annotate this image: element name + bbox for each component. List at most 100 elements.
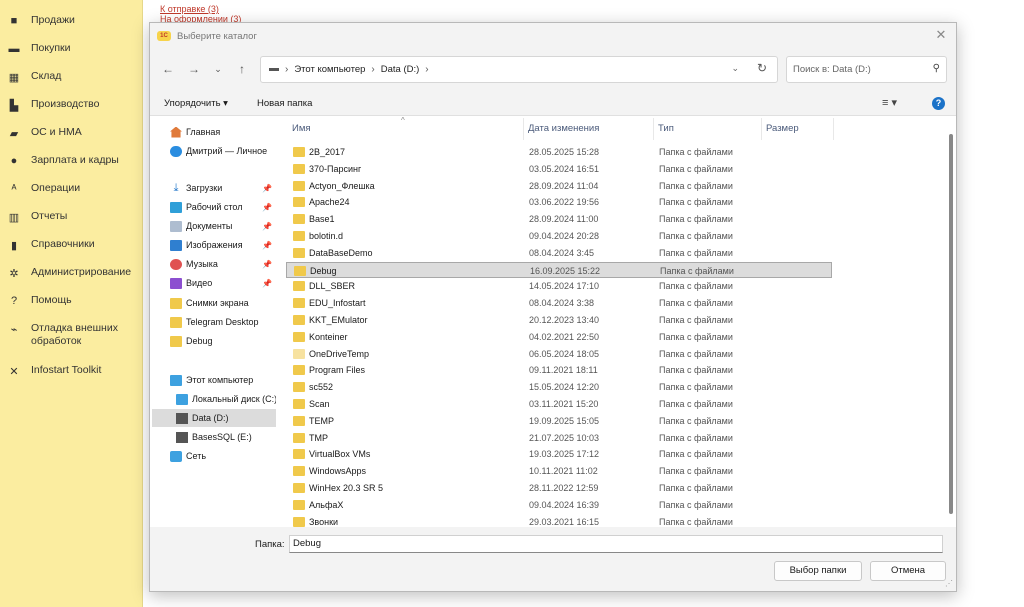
file-row[interactable]: Konteiner 04.02.2021 22:50 Папка с файлами (286, 329, 832, 345)
pin-icon[interactable]: 📌 (262, 222, 272, 231)
sidebar-item[interactable]: ● Зарплата и кадры (0, 154, 143, 168)
tree-item[interactable]: Telegram Desktop (152, 313, 276, 331)
new-folder-button[interactable]: Новая папка (257, 98, 312, 109)
address-bar[interactable]: › Этот компьютер › Data (D:) › ⌄ ↻ (260, 56, 778, 83)
folder-icon (293, 247, 305, 258)
help-icon[interactable]: ? (932, 97, 945, 110)
search-icon[interactable]: ⚲ (933, 63, 940, 74)
pin-icon[interactable]: 📌 (262, 184, 272, 193)
file-row[interactable]: DataBaseDemo 08.04.2024 3:45 Папка с файла… (286, 245, 832, 261)
pin-icon[interactable]: 📌 (262, 260, 272, 269)
file-row[interactable]: АльфаХ 09.04.2024 16:39 Папка с файлами (286, 497, 832, 513)
tree-item[interactable]: Музыка 📌 (152, 255, 276, 273)
sidebar-item[interactable]: ✕ Infostart Toolkit (0, 364, 143, 378)
column-divider[interactable] (761, 118, 762, 140)
breadcrumb-this-pc[interactable]: Этот компьютер (294, 64, 365, 75)
address-dropdown-icon[interactable]: ⌄ (731, 63, 739, 74)
file-row[interactable]: sc552 15.05.2024 12:20 Папка с файлами (286, 379, 832, 395)
folder-icon (293, 281, 305, 292)
documents-icon (170, 220, 182, 232)
pin-icon[interactable]: 📌 (262, 241, 272, 250)
file-date: 20.12.2023 13:40 (529, 315, 600, 325)
sidebar-item[interactable]: ? Помощь (0, 294, 143, 308)
sidebar-item[interactable]: ▙ Производство (0, 98, 143, 112)
tree-item[interactable]: Дмитрий — Личное (152, 142, 276, 160)
cancel-button[interactable]: Отмена (870, 561, 946, 581)
tree-item[interactable]: Главная (152, 123, 276, 141)
sidebar-item[interactable]: ▮ Справочники (0, 238, 143, 252)
file-row[interactable]: WinHex 20.3 SR 5 28.11.2022 12:59 Папка с … (286, 480, 832, 496)
sidebar-item[interactable]: ▰ ОС и НМА (0, 126, 143, 140)
folder-input[interactable]: Debug (289, 535, 943, 553)
file-row[interactable]: DLL_SBER 14.05.2024 17:10 Папка с файлами (286, 278, 832, 294)
sidebar-item[interactable]: ⌁ Отладка внешних обработок (0, 322, 143, 348)
tree-item-label: Рабочий стол (186, 202, 243, 212)
sidebar-item[interactable]: ᴬ Операции (0, 182, 143, 196)
file-row[interactable]: Scan 03.11.2021 15:20 Папка с файлами (286, 396, 832, 412)
tree-item[interactable]: Снимки экрана (152, 294, 276, 312)
pin-icon[interactable]: 📌 (262, 279, 272, 288)
tree-item[interactable]: Видео 📌 (152, 274, 276, 292)
file-row[interactable]: Program Files 09.11.2021 18:11 Папка с фай… (286, 362, 832, 378)
back-arrow-icon[interactable]: ← (160, 62, 176, 76)
to-send-link[interactable]: К отправке (3) (160, 4, 219, 14)
tree-item[interactable]: Debug (152, 332, 276, 350)
column-name-header[interactable]: Имя (292, 123, 311, 134)
file-row[interactable]: bolotin.d 09.04.2024 20:28 Папка с файлами (286, 228, 832, 244)
column-divider[interactable] (653, 118, 654, 140)
column-type-header[interactable]: Тип (658, 123, 674, 134)
folder-icon (294, 265, 306, 276)
breadcrumb-data-d[interactable]: Data (D:) (381, 64, 420, 75)
forward-arrow-icon[interactable]: → (186, 62, 202, 76)
view-options-icon[interactable]: ≡ ▾ (882, 96, 897, 109)
folder-icon (293, 432, 305, 443)
vertical-scrollbar[interactable] (949, 134, 953, 514)
sidebar-item[interactable]: ▥ Отчеты (0, 210, 143, 224)
tree-item[interactable]: Изображения 📌 (152, 236, 276, 254)
tree-item[interactable]: Этот компьютер (152, 371, 276, 389)
organize-button[interactable]: Упорядочить ▾ (164, 98, 228, 109)
question-icon: ? (10, 295, 18, 307)
sidebar-item[interactable]: ✲ Администрирование (0, 266, 143, 280)
column-date-header[interactable]: Дата изменения (528, 123, 599, 134)
tree-item[interactable]: Рабочий стол 📌 (152, 198, 276, 216)
tree-item[interactable]: Локальный диск (C:) (152, 390, 276, 408)
file-row[interactable]: TEMP 19.09.2025 15:05 Папка с файлами (286, 413, 832, 429)
resize-grip-icon[interactable]: ⋰ (945, 579, 953, 588)
file-row[interactable]: 2B_2017 28.05.2025 15:28 Папка с файлами (286, 144, 832, 160)
file-row[interactable]: Apache24 03.06.2022 19:56 Папка с файлами (286, 194, 832, 210)
tree-item[interactable]: Документы 📌 (152, 217, 276, 235)
tree-item[interactable]: Сеть (152, 447, 276, 465)
tree-item[interactable]: Data (D:) (152, 409, 276, 427)
column-divider[interactable] (523, 118, 524, 140)
file-row[interactable]: EDU_Infostart 08.04.2024 3:38 Папка с файл… (286, 295, 832, 311)
file-row[interactable]: OneDriveTemp 06.05.2024 18:05 Папка с файл… (286, 346, 832, 362)
column-size-header[interactable]: Размер (766, 123, 799, 134)
file-row[interactable]: Base1 28.09.2024 11:00 Папка с файлами (286, 211, 832, 227)
file-type: Папка с файлами (659, 197, 733, 208)
sidebar-item[interactable]: ■ Продажи (0, 14, 143, 28)
file-type: Папка с файлами (659, 382, 733, 393)
tree-item[interactable]: ⤓ Загрузки 📌 (152, 179, 276, 197)
file-row[interactable]: 370-Парсинг 03.05.2024 16:51 Папка с файла… (286, 161, 832, 177)
pin-icon[interactable]: 📌 (262, 203, 272, 212)
sidebar-item[interactable]: ▦ Склад (0, 70, 143, 84)
file-date: 06.05.2024 18:05 (529, 348, 600, 359)
recent-chevron-icon[interactable]: ⌄ (210, 64, 226, 75)
file-row[interactable]: Actyon_Флешка 28.09.2024 11:04 Папка с фай… (286, 178, 832, 194)
file-row[interactable]: Debug 16.09.2025 15:22 Папка с файлами (286, 261, 832, 278)
file-row[interactable]: KKT_EMulator 20.12.2023 13:40 Папка с файл… (286, 312, 832, 328)
folder-icon (293, 147, 305, 157)
tree-item[interactable]: BasesSQL (E:) (152, 428, 276, 446)
sidebar-item[interactable]: ▬ Покупки (0, 42, 143, 56)
file-row[interactable]: WindowsApps 10.11.2021 11:02 Папка с файла… (286, 463, 832, 479)
file-row[interactable]: VirtualBox VMs 19.03.2025 17:12 Папка с фа… (286, 446, 832, 462)
search-input[interactable]: Поиск в: Data (D:) ⚲ (786, 56, 947, 83)
refresh-icon[interactable]: ↻ (757, 61, 767, 75)
close-icon[interactable]: ✕ (934, 28, 948, 42)
column-divider[interactable] (833, 118, 834, 140)
file-row[interactable]: TMP 21.07.2025 10:03 Папка с файлами (286, 430, 832, 446)
select-folder-button[interactable]: Выбор папки (774, 561, 862, 581)
up-arrow-icon[interactable]: ↑ (234, 62, 250, 76)
tree-item-label: Data (D:) (192, 413, 229, 423)
